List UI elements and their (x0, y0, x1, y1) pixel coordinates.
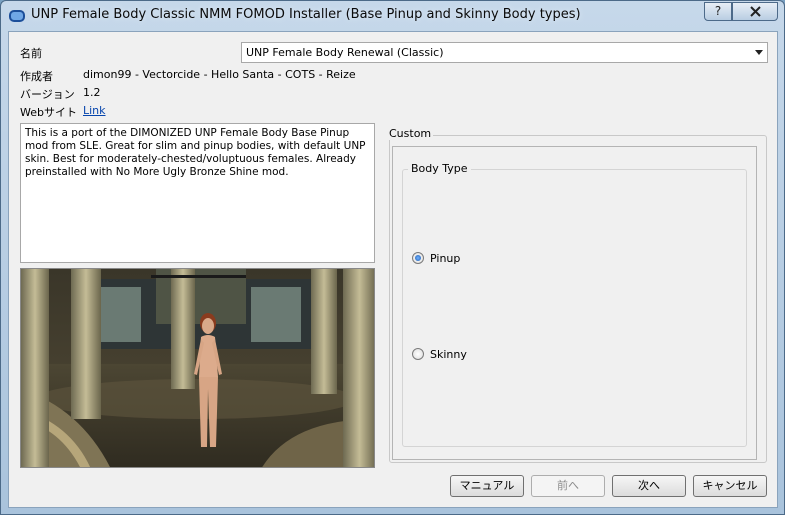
help-button[interactable]: ? (704, 2, 732, 21)
version-label: バージョン (20, 88, 75, 101)
installer-client-area: 名前 UNP Female Body Renewal (Classic) 作成者… (8, 31, 778, 508)
body-type-group: Body Type Pinup Skinny (402, 162, 747, 447)
pinup-radio[interactable] (412, 252, 424, 264)
window-title: UNP Female Body Classic NMM FOMOD Instal… (31, 7, 581, 22)
pinup-option[interactable]: Pinup (412, 251, 460, 265)
description-text: This is a port of the DIMONIZED UNP Fema… (20, 123, 375, 263)
prev-button[interactable]: 前へ (531, 475, 605, 497)
next-button[interactable]: 次へ (612, 475, 686, 497)
body-type-label: Body Type (408, 162, 471, 175)
close-button[interactable] (732, 2, 778, 21)
installer-window: UNP Female Body Classic NMM FOMOD Instal… (0, 0, 785, 515)
cancel-button[interactable]: キャンセル (693, 475, 767, 497)
chevron-down-icon (755, 50, 763, 55)
author-label: 作成者 (20, 70, 53, 83)
author-value: dimon99 - Vectorcide - Hello Santa - COT… (83, 68, 356, 81)
app-icon (9, 10, 25, 22)
title-bar[interactable]: UNP Female Body Classic NMM FOMOD Instal… (1, 1, 784, 31)
name-dropdown[interactable]: UNP Female Body Renewal (Classic) (241, 42, 768, 63)
website-link[interactable]: Link (83, 104, 106, 117)
close-icon (749, 6, 761, 17)
website-label: Webサイト (20, 106, 77, 119)
skinny-option[interactable]: Skinny (412, 347, 467, 361)
name-label: 名前 (20, 47, 42, 60)
custom-group-label: Custom (387, 127, 434, 140)
skinny-label: Skinny (430, 347, 467, 361)
custom-group: Custom Body Type Pinup Skinny (387, 127, 767, 463)
name-dropdown-value: UNP Female Body Renewal (Classic) (246, 46, 444, 59)
preview-image (20, 268, 375, 468)
pinup-label: Pinup (430, 251, 461, 265)
options-panel: Body Type Pinup Skinny (392, 146, 757, 460)
version-value: 1.2 (83, 86, 101, 99)
skinny-radio[interactable] (412, 348, 424, 360)
manual-button[interactable]: マニュアル (450, 475, 524, 497)
